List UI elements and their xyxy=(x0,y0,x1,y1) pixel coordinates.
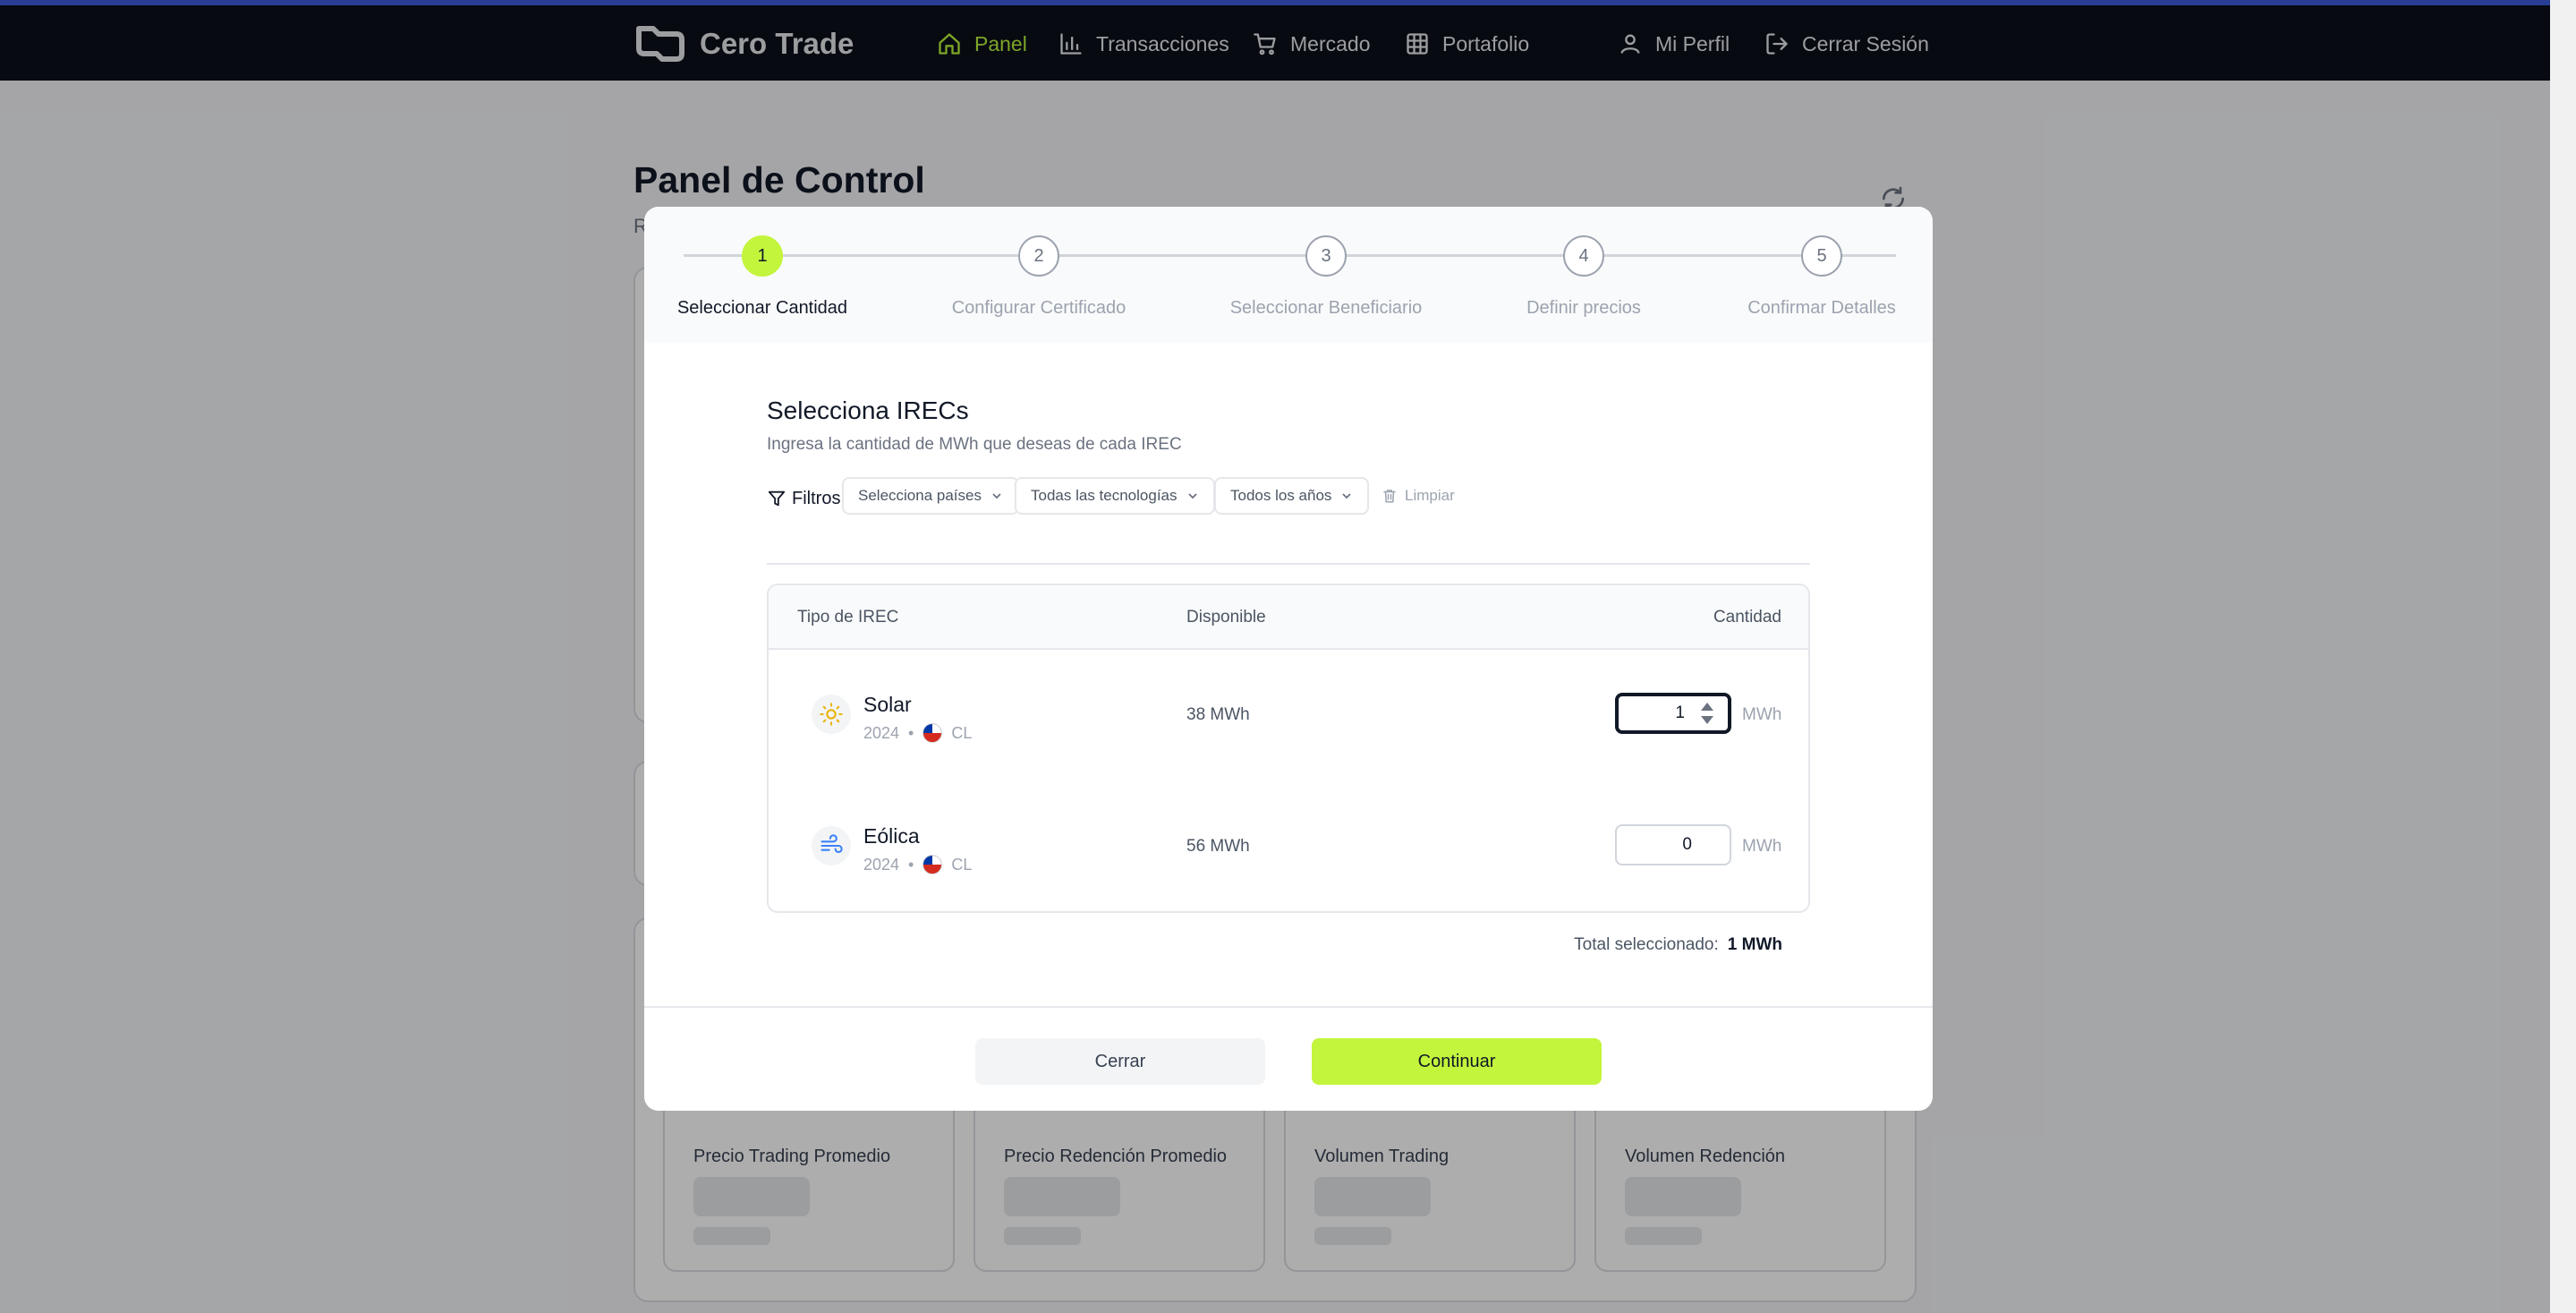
chevron-down-icon xyxy=(1187,493,1197,499)
filters-label-text: Filtros: xyxy=(792,488,846,508)
quantity-unit: MWh xyxy=(1742,705,1782,724)
quantity-input-eolica[interactable] xyxy=(1615,824,1731,865)
stepper: 1 Seleccionar Cantidad 2 Configurar Cert… xyxy=(644,207,1933,343)
total-value: 1 MWh xyxy=(1727,935,1782,954)
stepper-line xyxy=(684,254,1896,257)
section-title: Selecciona IRECs xyxy=(767,396,969,424)
clear-filters-label: Limpiar xyxy=(1405,487,1455,504)
step-circle: 1 xyxy=(742,235,783,277)
step-label: Definir precios xyxy=(1526,298,1641,318)
tech-meta: 2024 • CL xyxy=(863,721,972,745)
technology-select[interactable]: Todas las tecnologías xyxy=(1015,477,1215,515)
step-circle: 3 xyxy=(1305,235,1347,277)
chile-flag-icon xyxy=(922,855,943,874)
trash-icon xyxy=(1383,490,1396,503)
quantity-unit: MWh xyxy=(1742,837,1782,856)
step-circle: 2 xyxy=(1018,235,1059,277)
sun-icon xyxy=(820,703,843,726)
country-select-value: Selecciona países xyxy=(858,487,982,504)
tech-name: Solar xyxy=(863,693,912,716)
filter-icon xyxy=(768,490,786,507)
total-label: Total seleccionado: xyxy=(1574,935,1719,954)
total-selected: Total seleccionado: 1 MWh xyxy=(1574,935,1782,955)
column-header-available: Disponible xyxy=(1186,608,1266,627)
divider xyxy=(767,563,1810,565)
continue-button[interactable]: Continuar xyxy=(1312,1038,1602,1085)
step-circle: 4 xyxy=(1563,235,1604,277)
step-label: Confirmar Detalles xyxy=(1747,298,1896,318)
meta-separator: • xyxy=(908,855,914,874)
wind-icon xyxy=(820,834,843,854)
step-label: Configurar Certificado xyxy=(951,298,1126,318)
tech-icon-wrapper xyxy=(812,695,851,734)
table-row: Eólica 2024 • CL 56 MWh MWh xyxy=(769,781,1808,911)
purchase-modal: 1 Seleccionar Cantidad 2 Configurar Cert… xyxy=(644,207,1933,1111)
step-label: Seleccionar Beneficiario xyxy=(1229,298,1423,318)
modal-footer: Cerrar Continuar xyxy=(644,1006,1933,1111)
tech-year: 2024 xyxy=(863,723,900,742)
step-circle: 5 xyxy=(1801,235,1842,277)
filters-label: Filtros: xyxy=(767,483,846,514)
year-select[interactable]: Todos los años xyxy=(1214,477,1370,515)
irec-table: Tipo de IREC Disponible Cantidad Solar 2… xyxy=(767,584,1810,913)
year-select-value: Todos los años xyxy=(1230,487,1332,504)
tech-country: CL xyxy=(951,855,973,874)
column-header-type: Tipo de IREC xyxy=(797,608,899,627)
column-header-quantity: Cantidad xyxy=(1713,608,1781,627)
tech-year: 2024 xyxy=(863,855,900,874)
scrollbar[interactable] xyxy=(2550,0,2576,1313)
tech-name: Eólica xyxy=(863,824,920,848)
available-amount: 56 MWh xyxy=(1186,837,1250,856)
chevron-down-icon xyxy=(992,493,1001,499)
step-label: Seleccionar Cantidad xyxy=(676,298,848,318)
chevron-down-icon xyxy=(1342,493,1352,499)
technology-select-value: Todas las tecnologías xyxy=(1031,487,1177,504)
close-button[interactable]: Cerrar xyxy=(975,1038,1265,1085)
clear-filters-button[interactable]: Limpiar xyxy=(1382,482,1455,509)
quantity-stepper[interactable] xyxy=(1697,699,1717,728)
available-amount: 38 MWh xyxy=(1186,705,1250,724)
table-row: Solar 2024 • CL 38 MWh MWh xyxy=(769,650,1808,780)
section-subtitle: Ingresa la cantidad de MWh que deseas de… xyxy=(767,435,1182,454)
tech-meta: 2024 • CL xyxy=(863,853,972,876)
chile-flag-icon xyxy=(922,723,943,743)
tech-icon-wrapper xyxy=(812,826,851,865)
country-select[interactable]: Selecciona países xyxy=(842,477,1019,515)
tech-country: CL xyxy=(951,723,973,742)
table-header: Tipo de IREC Disponible Cantidad xyxy=(769,585,1808,650)
meta-separator: • xyxy=(908,723,914,742)
